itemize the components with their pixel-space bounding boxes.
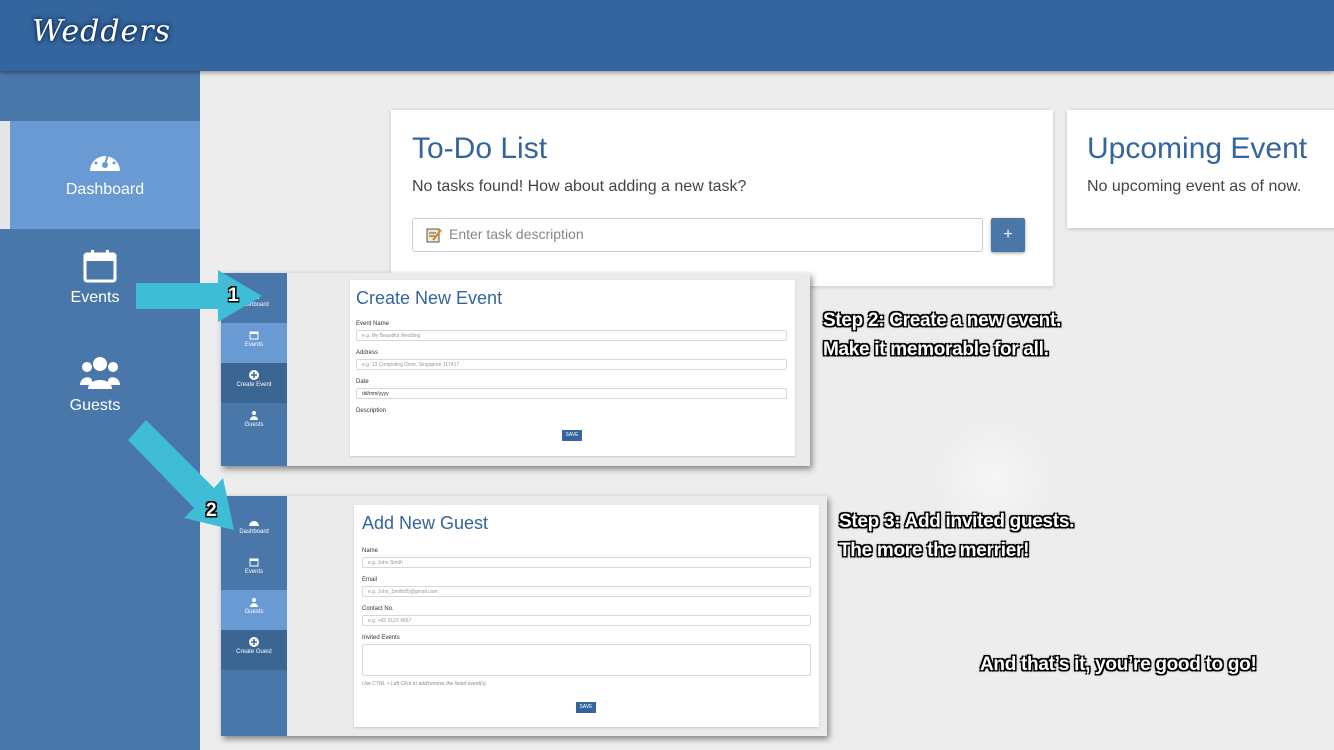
arrow-to-events: [136, 270, 262, 322]
tutorial-arrows: [128, 270, 262, 530]
step-number-1: 1: [228, 285, 239, 306]
arrow-to-guests: [128, 420, 234, 530]
step-number-2: 2: [206, 500, 217, 521]
